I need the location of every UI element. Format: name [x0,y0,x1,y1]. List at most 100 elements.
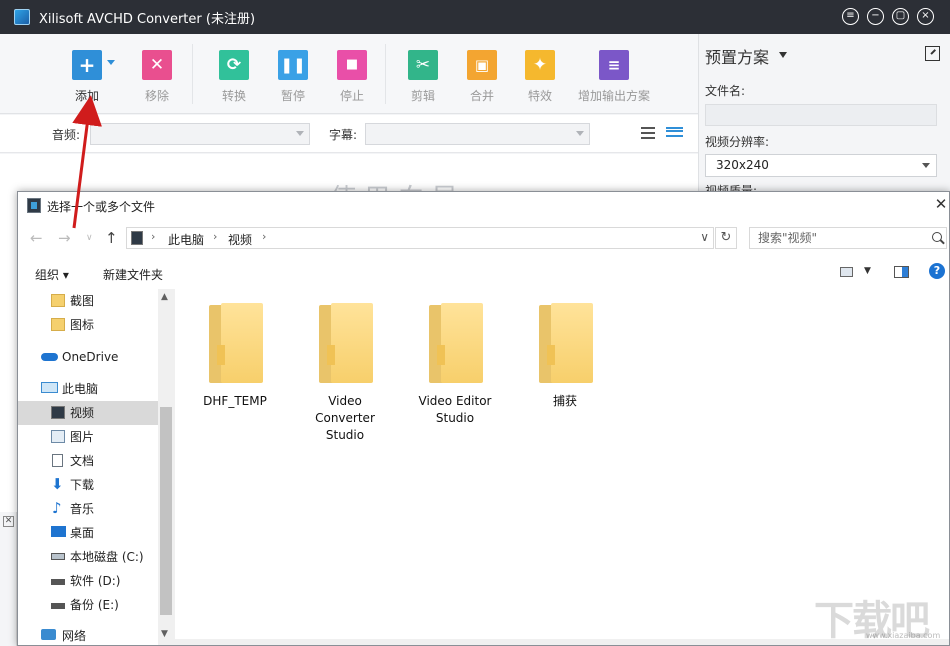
search-icon [932,232,942,242]
folder-icon [317,303,373,385]
scrollbar-thumb[interactable] [160,407,172,615]
nav-scrollbar[interactable]: ▲ ▼ [158,289,174,645]
toolbar: + 添加 ✕ 移除 ⟳ 转换 ❚❚ 暂停 ■ 停止 ✂ 剪辑 ▣ 合并 ✦ 特效… [0,34,698,114]
forward-arrow-icon[interactable]: → [58,229,71,247]
preview-pane-icon[interactable] [894,266,909,278]
pause-button[interactable]: ❚❚ 暂停 [261,50,325,104]
preset-title[interactable]: 预置方案 [705,44,769,68]
new-folder-button[interactable]: 新建文件夹 [103,266,163,283]
convert-button[interactable]: ⟳ 转换 [202,50,266,104]
magic-wand-icon: ✦ [525,50,555,80]
list-view-icon[interactable] [641,127,655,139]
organize-button[interactable]: 组织 ▾ [35,266,69,283]
search-placeholder: 搜索"视频" [758,231,818,245]
folder-icon [427,303,483,385]
expand-icon[interactable] [925,46,940,61]
nav-item-network[interactable]: 网络 [18,624,158,645]
add-profile-button[interactable]: ≡ 增加输出方案 [568,50,660,104]
video-icon [51,406,65,419]
search-input[interactable]: 搜索"视频" [749,227,947,249]
folder-item[interactable]: DHF_TEMP [188,303,282,410]
background-window-edge: ✕ [0,512,17,646]
nav-item-onedrive[interactable]: OneDrive [18,345,158,369]
nav-item-music[interactable]: ♪ 音乐 [18,497,158,521]
toolbar-divider [192,44,193,104]
open-file-dialog: 选择一个或多个文件 ✕ ← → ∨ ↑ › 此电脑 › 视频 › ∨ ↻ 搜索"… [17,191,950,646]
remove-button[interactable]: ✕ 移除 [125,50,189,104]
address-bar[interactable]: › 此电脑 › 视频 › ∨ [126,227,714,249]
nav-item-icons[interactable]: 图标 [18,313,158,337]
subtitle-select[interactable] [365,123,590,145]
preset-panel: 预置方案 文件名: 视频分辨率: 320x240 视频质量: [698,34,950,198]
folder-item[interactable]: 捕获 [518,303,612,410]
video-folder-icon [131,231,143,245]
chevron-down-icon[interactable]: ∨ [700,230,709,244]
nav-item-pictures[interactable]: 图片 [18,425,158,449]
watermark-url: www.xiazaiba.com [866,631,941,640]
merge-button[interactable]: ▣ 合并 [450,50,514,104]
nav-item-drive-c[interactable]: 本地磁盘 (C:) [18,545,158,569]
nav-item-desktop[interactable]: 桌面 [18,521,158,545]
effects-button[interactable]: ✦ 特效 [508,50,572,104]
subtitle-label: 字幕: [329,128,358,142]
cut-button[interactable]: ✂ 剪辑 [391,50,455,104]
dialog-close-button[interactable]: ✕ [933,195,949,215]
add-dropdown-icon[interactable] [107,60,115,65]
minimize-button[interactable]: − [867,8,884,25]
convert-icon: ⟳ [219,50,249,80]
stop-button[interactable]: ■ 停止 [320,50,384,104]
track-bar: 音频: 字幕: [0,115,698,153]
add-button[interactable]: + 添加 [55,50,119,104]
nav-item-screenshots[interactable]: 截图 [18,289,158,313]
folder-item[interactable]: Video Editor Studio [408,303,502,427]
app-title: Xilisoft AVCHD Converter (未注册) [39,11,256,27]
folder-icon [51,294,65,307]
help-icon[interactable]: ? [929,263,945,279]
back-arrow-icon[interactable]: ← [30,229,43,247]
drive-icon [51,579,65,585]
refresh-button[interactable]: ↻ [715,227,737,249]
drive-icon [51,603,65,609]
scroll-down-icon[interactable]: ▼ [161,629,168,639]
close-button[interactable]: × [917,8,934,25]
nav-item-this-pc[interactable]: 此电脑 [18,377,158,401]
cloud-icon [41,353,58,361]
nav-item-drive-e[interactable]: 备份 (E:) [18,593,158,617]
resolution-select[interactable]: 320x240 [705,154,937,177]
breadcrumb-videos[interactable]: 视频 [228,231,252,248]
dialog-title: 选择一个或多个文件 [47,200,156,214]
chevron-down-icon [576,131,584,136]
detail-view-icon[interactable] [666,127,683,139]
up-arrow-icon[interactable]: ↑ [105,229,118,247]
preset-dropdown-icon[interactable] [779,52,787,58]
pause-icon: ❚❚ [278,50,308,80]
nav-item-videos[interactable]: 视频 [18,401,158,425]
chevron-down-icon [922,163,930,168]
folder-name: Video Converter Studio [315,394,375,442]
add-icon: + [72,50,102,80]
filename-input[interactable] [705,104,937,126]
scroll-up-icon[interactable]: ▲ [161,292,168,302]
folder-icon [207,303,263,385]
audio-select[interactable] [90,123,310,145]
nav-item-downloads[interactable]: ⬇ 下载 [18,473,158,497]
menu-button[interactable]: ≡ [842,8,859,25]
view-options-icon[interactable] [840,267,853,277]
app-titlebar: Xilisoft AVCHD Converter (未注册) ≡ − ▢ × [0,0,950,34]
merge-icon: ▣ [467,50,497,80]
scissors-icon: ✂ [408,50,438,80]
desktop-icon [51,526,66,537]
computer-icon [41,382,58,393]
folder-name: Video Editor Studio [418,394,492,425]
folder-item[interactable]: Video Converter Studio [298,303,392,444]
view-dropdown-icon[interactable]: ▼ [864,266,871,276]
dialog-app-icon [27,198,41,213]
nav-item-drive-d[interactable]: 软件 (D:) [18,569,158,593]
audio-label: 音频: [52,128,81,142]
profile-icon: ≡ [599,50,629,80]
breadcrumb-this-pc[interactable]: 此电脑 [168,231,204,248]
nav-item-documents[interactable]: 文档 [18,449,158,473]
recent-locations-icon[interactable]: ∨ [86,233,93,243]
command-bar: 组织 ▾ 新建文件夹 ▼ ? [18,258,949,288]
maximize-button[interactable]: ▢ [892,8,909,25]
